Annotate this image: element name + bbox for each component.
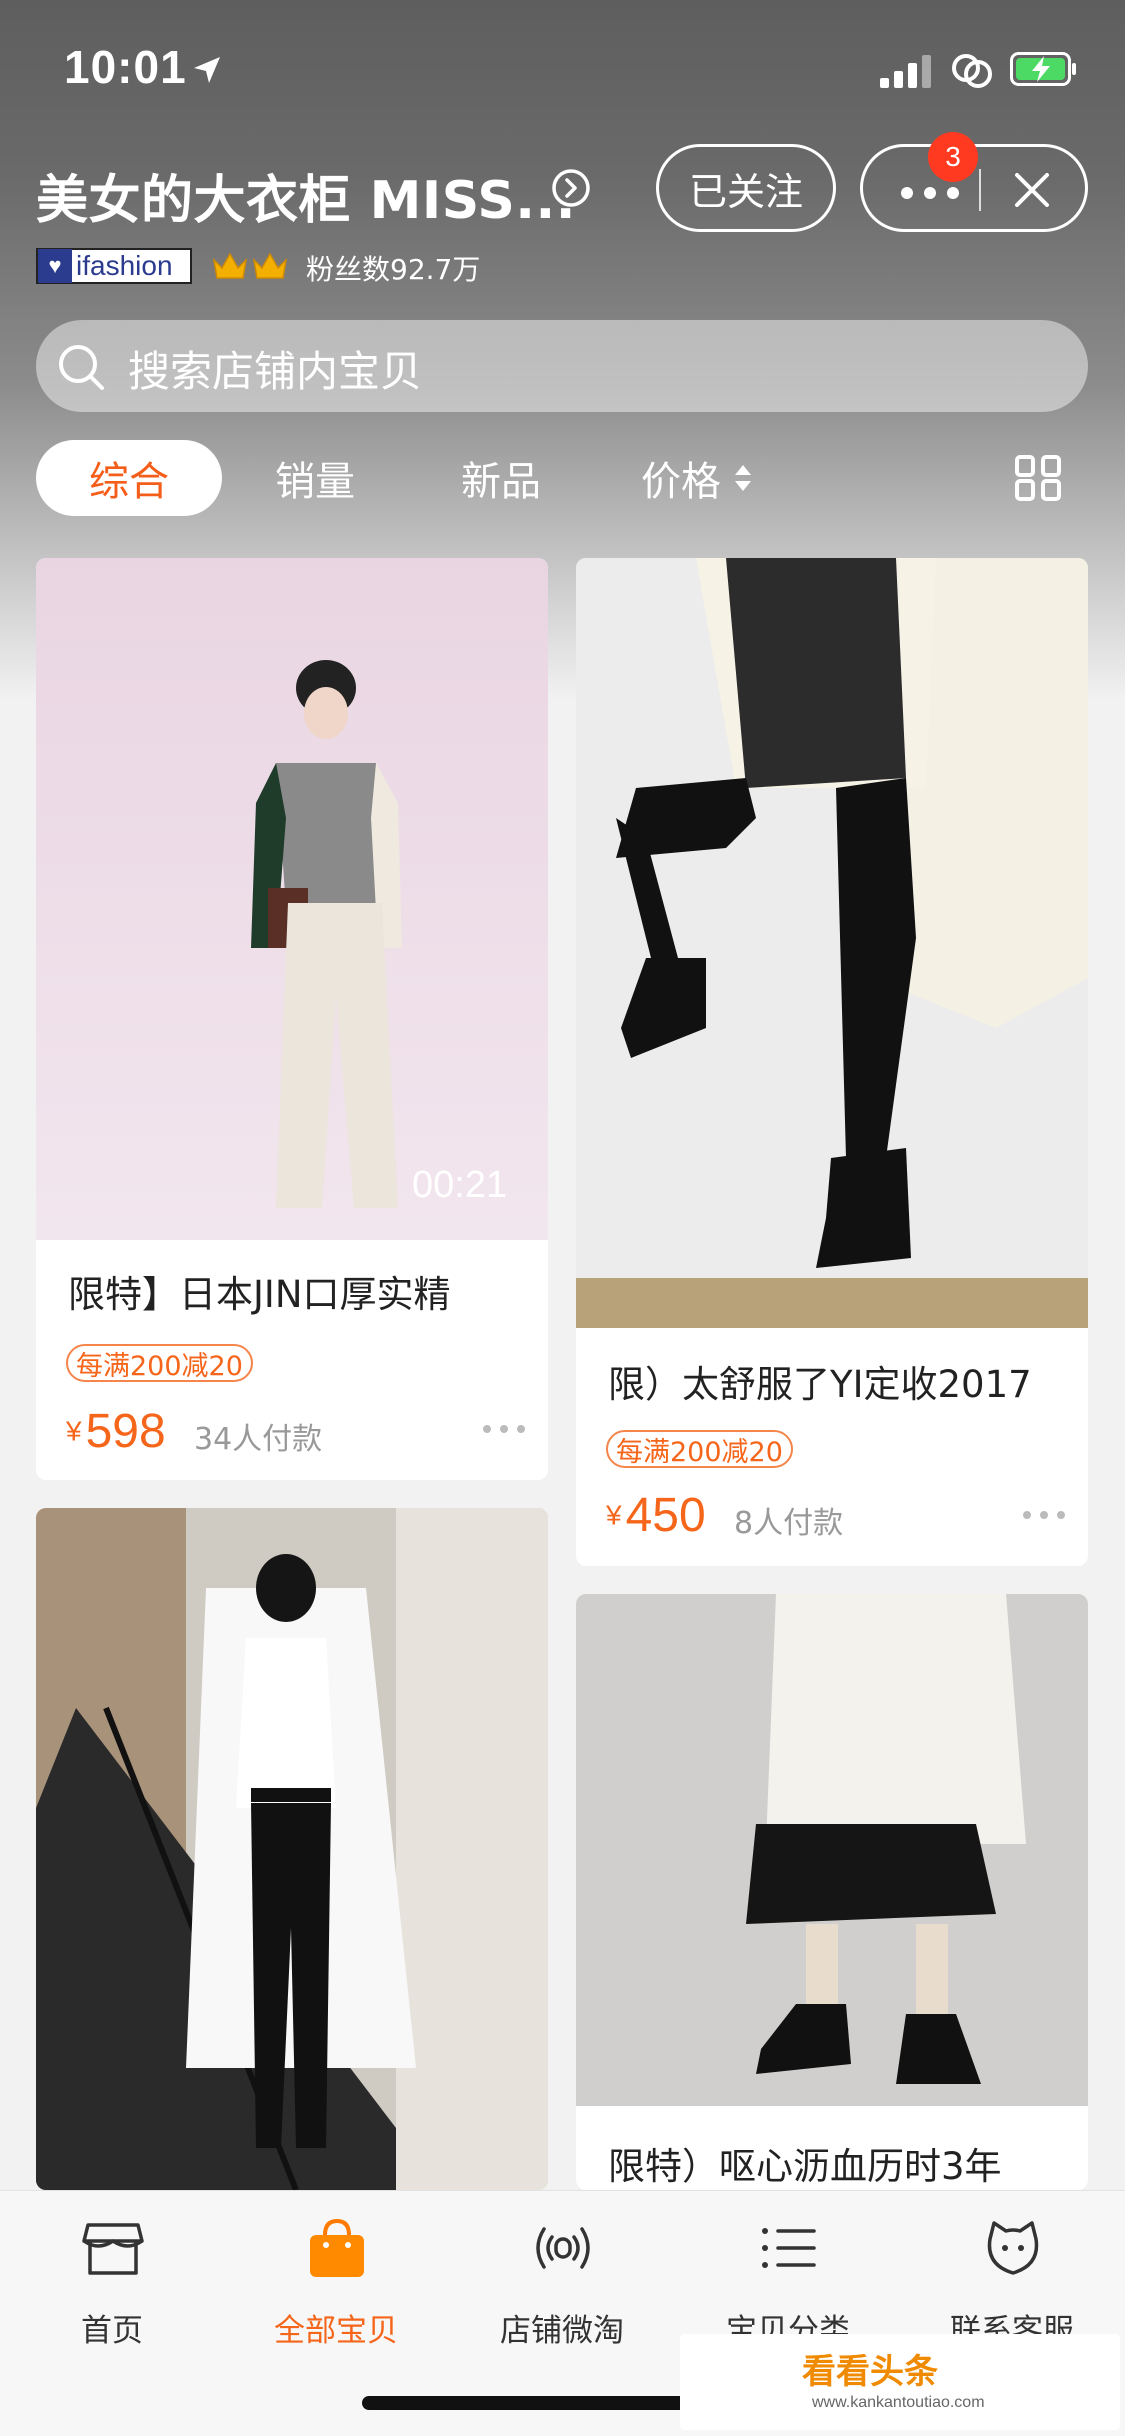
tabbar-item-categories[interactable]: 宝贝分类 [688, 2205, 888, 2355]
network-link-icon [952, 54, 992, 88]
currency-symbol: ¥ [606, 1499, 622, 1531]
video-duration: 00:21 [412, 1164, 508, 1206]
tabbar-label: 店铺微淘 [500, 2313, 624, 2349]
product-card[interactable] [36, 1508, 548, 2190]
more-icon[interactable] [1022, 1510, 1066, 1520]
promo-tag: 每满200减20 [606, 1430, 793, 1468]
store-search-bar[interactable]: 搜索店铺内宝贝 [36, 320, 1088, 412]
ifashion-brand-tag: ♥ ifashion [36, 248, 192, 284]
tab-label: 价格 [641, 459, 721, 505]
tab-label: 综合 [89, 459, 169, 505]
status-time: 10:01 [64, 41, 187, 93]
list-icon [762, 2228, 816, 2268]
capsule-divider [979, 169, 981, 211]
watermark-title: 看看头条 [802, 2352, 938, 2392]
shop-icon [82, 2223, 144, 2275]
crown-rating-icon [212, 252, 288, 279]
sort-arrows-icon [735, 465, 751, 491]
tab-label: 新品 [461, 459, 541, 505]
tab-comprehensive[interactable]: 综合 [36, 440, 222, 516]
location-arrow-icon [194, 57, 220, 83]
product-image[interactable] [576, 1594, 1088, 2106]
product-image[interactable] [36, 1508, 548, 2190]
product-image[interactable] [576, 558, 1088, 1328]
price-value: 598 [85, 1405, 166, 1458]
tab-price[interactable]: 价格 [622, 440, 772, 516]
tabbar-item-all-products[interactable]: 全部宝贝 [236, 2205, 436, 2355]
tab-sales[interactable]: 销量 [250, 440, 380, 516]
currency-symbol: ¥ [66, 1415, 82, 1447]
service-face-icon [987, 2221, 1039, 2275]
tab-label: 销量 [275, 459, 355, 505]
brand-tag-label: ifashion [76, 250, 173, 281]
product-card[interactable]: 00:21 限特】日本JIN口厚实精 每满200减20 ¥598 34人付款 [36, 558, 548, 1480]
search-placeholder: 搜索店铺内宝贝 [128, 347, 423, 396]
follow-button[interactable]: 已关注 [656, 144, 836, 232]
more-icon[interactable] [482, 1424, 526, 1434]
product-image[interactable] [36, 558, 548, 1240]
tabbar-item-home[interactable]: 首页 [12, 2205, 212, 2355]
paid-count: 34人付款 [194, 1422, 323, 1457]
shopping-bag-icon [310, 2218, 364, 2277]
grid-view-icon[interactable] [1014, 454, 1062, 502]
product-title: 限）太舒服了YI定收2017 [608, 1363, 1032, 1406]
heart-icon: ♥ [38, 249, 72, 283]
watermark: 看看头条 www.kankantoutiao.com [680, 2334, 1120, 2430]
tabbar-label: 全部宝贝 [274, 2313, 398, 2349]
sort-tabs: 综合 销量 新品 价格 [0, 440, 1125, 520]
promo-tag: 每满200减20 [66, 1344, 253, 1382]
more-options-icon[interactable] [901, 187, 959, 199]
tabbar-label: 首页 [81, 2313, 143, 2349]
battery-charging-icon [1010, 52, 1076, 86]
product-title: 限特】日本JIN口厚实精 [68, 1273, 451, 1316]
product-price: ¥450 [606, 1488, 706, 1543]
tab-new[interactable]: 新品 [436, 440, 566, 516]
product-card[interactable]: 限特）呕心沥血历时3年 [576, 1594, 1088, 2190]
product-price: ¥598 [66, 1404, 166, 1459]
search-icon [59, 345, 104, 390]
store-info-arrow-icon[interactable] [551, 168, 591, 208]
status-bar: 10:01 [0, 0, 1125, 140]
broadcast-icon [536, 2227, 590, 2269]
close-icon[interactable] [1011, 169, 1053, 211]
product-title: 限特）呕心沥血历时3年 [608, 2145, 1002, 2188]
product-card[interactable]: 限）太舒服了YI定收2017 每满200减20 ¥450 8人付款 [576, 558, 1088, 1566]
store-name[interactable]: 美女的大衣柜 MISS... [36, 158, 576, 233]
message-count-badge: 3 [928, 132, 978, 182]
fans-count: 粉丝数92.7万 [306, 253, 481, 286]
paid-count: 8人付款 [734, 1506, 844, 1541]
signal-icon [880, 55, 931, 88]
price-value: 450 [625, 1489, 706, 1542]
tabbar-item-weitao[interactable]: 店铺微淘 [462, 2205, 662, 2355]
watermark-url: www.kankantoutiao.com [812, 2394, 985, 2411]
tabbar-item-customer-service[interactable]: 联系客服 [912, 2205, 1112, 2355]
